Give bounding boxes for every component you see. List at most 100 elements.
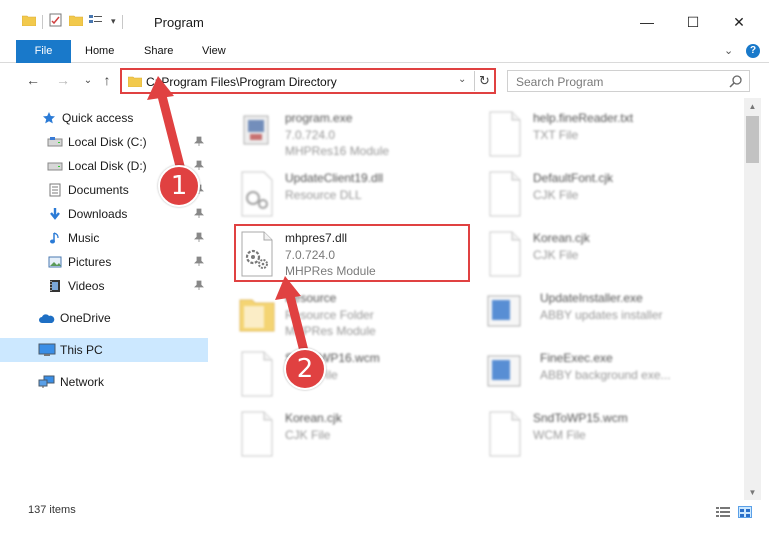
forward-button[interactable]: → <box>53 70 73 90</box>
vertical-scrollbar[interactable]: ▲ ▼ <box>744 98 761 500</box>
chevron-down-icon[interactable]: ⌄ <box>458 74 466 85</box>
folder-icon <box>21 14 37 29</box>
help-icon[interactable]: ? <box>746 44 760 58</box>
pictures-icon <box>46 254 64 270</box>
file-item[interactable]: Korean.cjk CJK File <box>236 408 476 466</box>
file-item[interactable]: SndToWP15.wcm WCM File <box>484 408 724 466</box>
callout-step-1: 1 <box>158 165 200 207</box>
sidebar-item-this-pc[interactable]: This PC <box>0 338 208 362</box>
sidebar-item-videos[interactable]: Videos <box>0 274 208 298</box>
download-icon <box>46 206 64 222</box>
sidebar-item-quick-access[interactable]: Quick access <box>0 106 208 130</box>
sidebar-item-label: Downloads <box>68 207 128 221</box>
file-item[interactable]: UpdateInstaller.exe ABBY updates install… <box>484 288 724 346</box>
tab-file[interactable]: File <box>16 40 71 63</box>
network-icon <box>38 374 56 390</box>
file-item[interactable]: SndToWP16.wcm WCM File <box>236 348 476 406</box>
sidebar-item-network[interactable]: Network <box>0 370 208 394</box>
close-icon: ✕ <box>733 13 745 30</box>
file-name: UpdateClient19.dll <box>285 171 384 185</box>
address-bar[interactable]: C:\Program Files\Program Directory ⌄ ↻ <box>120 68 496 94</box>
sidebar-item-pictures[interactable]: Pictures <box>0 250 208 274</box>
view-options-icon[interactable] <box>89 14 105 29</box>
file-description: ABBY updates installer <box>540 308 663 322</box>
file-item[interactable]: Resource Resource Folder MHPRes Module <box>236 288 476 346</box>
status-bar: 137 items <box>0 500 769 537</box>
file-icon <box>484 410 526 458</box>
music-icon <box>46 230 64 246</box>
sidebar-item-label: This PC <box>60 343 103 357</box>
file-type: TXT File <box>533 128 579 142</box>
pin-icon[interactable] <box>194 160 204 173</box>
file-highlight-box <box>234 224 470 282</box>
dll-icon <box>236 170 278 218</box>
search-box[interactable]: Search Program <box>507 70 750 92</box>
tab-home[interactable]: Home <box>85 40 114 63</box>
file-type: WCM File <box>533 428 586 442</box>
up-button[interactable]: ↑ <box>97 70 117 90</box>
sidebar-item-label: Network <box>60 375 105 389</box>
details-view-icon[interactable] <box>716 506 730 518</box>
callout-step-2: 2 <box>284 348 326 390</box>
file-description: MHPRes Module <box>285 324 376 338</box>
window-title: Program <box>154 15 204 30</box>
item-count: 137 items <box>28 504 76 516</box>
sidebar-item-label: Videos <box>68 279 105 293</box>
file-item[interactable]: DefaultFont.cjk CJK File <box>484 168 724 226</box>
sidebar-item-local-disk-c[interactable]: Local Disk (C:) <box>0 130 208 154</box>
scrollbar-thumb[interactable] <box>746 116 759 163</box>
sidebar-item-label: Music <box>68 231 100 245</box>
tab-view[interactable]: View <box>202 40 226 63</box>
star-icon <box>40 110 58 126</box>
pin-icon[interactable] <box>194 208 204 221</box>
file-item[interactable]: FineExec.exe ABBY background exe... <box>484 348 724 406</box>
file-type: Resource Folder <box>285 308 374 322</box>
pin-icon[interactable] <box>194 280 204 293</box>
back-arrow-icon: ← <box>26 72 40 88</box>
sidebar-item-label: OneDrive <box>60 311 111 325</box>
minimize-icon: — <box>640 14 654 30</box>
file-icon <box>484 230 526 278</box>
back-button[interactable]: ← <box>23 70 43 90</box>
ribbon-expand-icon[interactable]: ⌄ <box>724 40 733 63</box>
maximize-button[interactable]: ☐ <box>670 8 716 36</box>
properties-icon[interactable] <box>49 13 63 30</box>
sidebar-item-label: Documents <box>68 183 129 197</box>
file-item[interactable]: program.exe 7.0.724.0 MHPRes16 Module <box>236 108 476 166</box>
recent-locations-button[interactable]: ⌄ <box>78 70 98 90</box>
sidebar-item-music[interactable]: Music <box>0 226 208 250</box>
file-name: DefaultFont.cjk <box>533 171 614 185</box>
file-name: SndToWP15.wcm <box>533 411 628 425</box>
refresh-icon: ↻ <box>479 73 490 88</box>
sidebar-item-onedrive[interactable]: OneDrive <box>0 306 208 330</box>
file-name: Resource <box>285 291 337 305</box>
file-name: help.fineReader.txt <box>533 111 634 125</box>
scroll-down-icon[interactable]: ▼ <box>744 484 761 500</box>
customize-toolbar-icon[interactable]: ▾ <box>111 16 116 27</box>
file-icon <box>236 410 278 458</box>
file-item[interactable]: UpdateClient19.dll Resource DLL <box>236 168 476 226</box>
sidebar-item-label: Quick access <box>62 111 134 125</box>
cloud-icon <box>38 310 56 326</box>
tiles-view-icon[interactable] <box>738 506 752 518</box>
new-folder-icon[interactable] <box>68 14 84 29</box>
file-item[interactable]: Korean.cjk CJK File <box>484 228 724 286</box>
address-path[interactable]: C:\Program Files\Program Directory <box>146 75 337 89</box>
pin-icon[interactable] <box>194 256 204 269</box>
pin-icon[interactable] <box>194 232 204 245</box>
exe-icon <box>236 110 278 158</box>
file-item[interactable]: help.fineReader.txt TXT File <box>484 108 724 166</box>
tab-share[interactable]: Share <box>144 40 173 63</box>
file-name: UpdateInstaller.exe <box>540 291 643 305</box>
minimize-button[interactable]: — <box>624 8 670 36</box>
file-version: 7.0.724.0 <box>285 128 336 142</box>
toolbar-divider <box>121 14 123 29</box>
pin-icon[interactable] <box>194 136 204 149</box>
refresh-button[interactable]: ↻ <box>474 71 494 91</box>
search-input[interactable]: Search Program <box>516 75 603 89</box>
scroll-up-icon[interactable]: ▲ <box>744 98 761 114</box>
file-type: CJK File <box>285 428 331 442</box>
maximize-icon: ☐ <box>686 13 700 30</box>
close-button[interactable]: ✕ <box>716 8 762 36</box>
folder-icon <box>127 75 143 90</box>
